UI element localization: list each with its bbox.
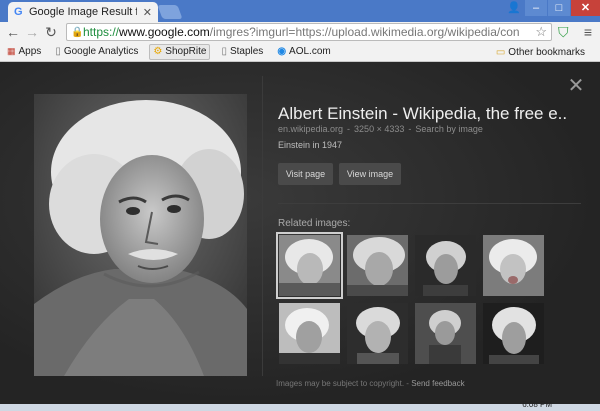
- folder-icon: ▭: [495, 46, 506, 58]
- image-page-title[interactable]: Albert Einstein - Wikipedia, the free e.…: [278, 104, 568, 124]
- aol-icon: ◉: [277, 46, 287, 57]
- pane-divider: [262, 76, 263, 376]
- image-dimensions: 3250 × 4333: [354, 124, 405, 134]
- apps-grid-icon: ▦: [7, 46, 16, 56]
- bookmark-star-icon[interactable]: ☆: [535, 24, 547, 40]
- related-image-thumb[interactable]: [276, 232, 343, 299]
- shield-extension-icon[interactable]: ⛉: [558, 24, 572, 40]
- visit-page-button[interactable]: Visit page: [278, 163, 333, 185]
- maximize-button[interactable]: □: [548, 0, 570, 16]
- url-host: www.google.com: [119, 25, 210, 39]
- related-image-thumb[interactable]: [415, 235, 476, 296]
- new-tab-button[interactable]: [157, 5, 183, 19]
- url-path: /imgres?imgurl=https://upload.wikimedia.…: [209, 25, 520, 39]
- tab-strip: G Google Image Result for ht ✕ 👤 – □ ✕: [0, 0, 600, 22]
- page-icon: ▯: [221, 46, 227, 57]
- copyright-notice: Images may be subject to copyright.: [276, 379, 405, 388]
- bookmark-label: Staples: [229, 46, 264, 57]
- google-favicon-icon: G: [14, 6, 23, 18]
- tab-title: Google Image Result for ht: [28, 6, 137, 18]
- related-image-thumb[interactable]: [483, 235, 544, 296]
- view-image-button[interactable]: View image: [339, 163, 401, 185]
- source-domain: en.wikipedia.org: [278, 124, 344, 134]
- search-by-image-link[interactable]: Search by image: [415, 124, 483, 134]
- send-feedback-link[interactable]: Send feedback: [411, 379, 464, 388]
- bookmark-label: AOL.com: [289, 46, 331, 57]
- bookmark-google-analytics[interactable]: ▯ Google Analytics: [52, 44, 141, 60]
- related-image-thumb[interactable]: [279, 303, 340, 364]
- bookmark-label: ShopRite: [165, 46, 207, 57]
- url-scheme: https://: [83, 25, 120, 39]
- back-arrow-icon[interactable]: ←: [3, 22, 23, 42]
- bookmark-aol[interactable]: ◉ AOL.com: [274, 44, 333, 60]
- related-image-thumb[interactable]: [347, 235, 408, 296]
- reload-icon[interactable]: ↻: [41, 22, 61, 42]
- close-viewer-icon[interactable]: ✕: [566, 76, 586, 96]
- bookmark-label: Apps: [18, 46, 42, 57]
- bookmark-shoprite[interactable]: ⚙ ShopRite: [149, 43, 211, 60]
- taskbar-clock[interactable]: 6:08 PM: [522, 400, 552, 409]
- portrait-photo: [34, 94, 247, 376]
- minimize-button[interactable]: –: [525, 0, 547, 16]
- address-bar[interactable]: 🔒 https://www.google.com/imgres?imgurl=h…: [66, 23, 552, 41]
- close-window-button[interactable]: ✕: [571, 0, 600, 16]
- viewer-footer: Images may be subject to copyright. - Se…: [276, 379, 465, 388]
- section-divider: [278, 203, 581, 204]
- forward-arrow-icon[interactable]: →: [22, 22, 42, 42]
- bookmark-apps[interactable]: ▦ Apps: [4, 44, 44, 60]
- image-caption: Einstein in 1947: [278, 140, 343, 150]
- main-image[interactable]: [34, 94, 247, 376]
- other-bookmarks-folder[interactable]: ▭ Other bookmarks: [493, 44, 588, 60]
- tab-close-icon[interactable]: ✕: [143, 6, 152, 19]
- address-url[interactable]: https://www.google.com/imgres?imgurl=htt…: [83, 25, 520, 39]
- other-bookmarks-label: Other bookmarks: [508, 46, 585, 58]
- tab-google-image-result[interactable]: G Google Image Result for ht ✕: [8, 2, 158, 22]
- browser-toolbar: ← → ↻ 🔒 https://www.google.com/imgres?im…: [0, 22, 600, 42]
- bookmark-staples[interactable]: ▯ Staples: [218, 44, 266, 60]
- image-meta: en.wikipedia.org -3250 × 4333- Search by i…: [278, 124, 483, 134]
- page-icon: ▯: [55, 46, 61, 57]
- related-image-thumb[interactable]: [483, 303, 544, 364]
- lock-icon[interactable]: 🔒: [71, 27, 83, 38]
- bookmark-label: Google Analytics: [63, 46, 139, 57]
- image-viewer-panel: ✕ Albert Einstein - Wikipedia, the free …: [0, 62, 600, 404]
- shoprite-icon: ⚙: [153, 46, 163, 57]
- related-images-label: Related images:: [278, 218, 351, 229]
- related-image-thumb[interactable]: [415, 303, 476, 364]
- related-image-thumb[interactable]: [347, 303, 408, 364]
- user-profile-icon[interactable]: 👤: [505, 0, 523, 16]
- bookmarks-bar: ▦ Apps ▯ Google Analytics ⚙ ShopRite ▯ S…: [0, 42, 600, 62]
- browser-menu-icon[interactable]: ≡: [580, 24, 596, 40]
- windows-taskbar: 6:08 PM: [0, 400, 600, 411]
